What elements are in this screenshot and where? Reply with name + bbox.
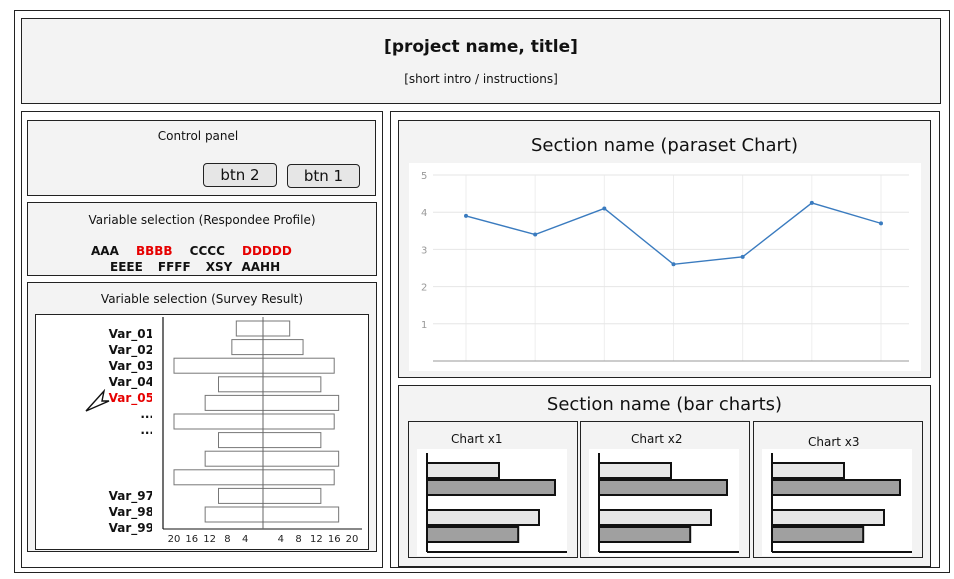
profile-options-row-2: EEEE FFFF XSY AAHH	[110, 256, 292, 275]
variable-label[interactable]: Var_02	[109, 343, 154, 357]
diverging-bar	[173, 413, 335, 430]
variable-label[interactable]: Var_99	[109, 521, 154, 535]
diverging-bar	[173, 357, 335, 374]
variable-label[interactable]: Var_97	[109, 489, 154, 503]
chart-card-x2: Chart x2	[580, 421, 750, 558]
bar-chart	[762, 449, 912, 556]
bar	[426, 526, 520, 543]
plot-background	[409, 163, 921, 371]
bar	[771, 526, 865, 543]
diverging-bar	[218, 432, 322, 449]
diverging-bar-chart: 20 16 12 8 4 4 8 12 16 20	[152, 317, 368, 547]
btn-1-button[interactable]: btn 1	[287, 164, 360, 188]
x-tick-label: 20	[346, 534, 359, 545]
variable-label-list: Var_01 Var_02 Var_03 Var_04 Var_05 ... .…	[88, 327, 154, 537]
diverging-bar	[204, 394, 340, 411]
bar	[771, 509, 885, 526]
y-tick-label: 2	[421, 283, 427, 294]
profile-option[interactable]: XSY	[206, 260, 233, 274]
variable-label[interactable]: Var_01	[109, 327, 154, 341]
x-tick-label: 8	[224, 534, 230, 545]
y-tick-label: 3	[421, 245, 427, 256]
bar	[598, 479, 728, 496]
diverging-bar	[204, 450, 340, 467]
diverging-bar	[231, 339, 304, 356]
variable-selection-profile: Variable selection (Respondee Profile) A…	[27, 202, 377, 276]
variable-label[interactable]: Var_03	[109, 359, 154, 373]
variable-label[interactable]: Var_04	[109, 375, 154, 389]
profile-section-title: Variable selection (Respondee Profile)	[88, 213, 316, 227]
data-point	[602, 206, 607, 211]
variable-selection-survey: Variable selection (Survey Result) Var_0…	[27, 282, 377, 552]
chart-card-x3: Chart x3	[753, 421, 923, 558]
bar	[426, 479, 556, 496]
bar	[598, 462, 672, 479]
section-parallel: Section name (paraset Chart) 1 2 3 4 5	[398, 120, 931, 378]
profile-option[interactable]: AAHH	[241, 260, 280, 274]
diverging-bar	[173, 469, 335, 486]
control-panel: Control panel btn 2 btn 1	[27, 120, 376, 196]
bar	[771, 479, 901, 496]
variable-label-selected[interactable]: Var_05	[109, 391, 154, 405]
data-point	[533, 232, 538, 237]
x-tick-label: 16	[328, 534, 341, 545]
bar-chart	[417, 449, 567, 556]
page-subtitle: [short intro / instructions]	[404, 72, 558, 86]
survey-section-title: Variable selection (Survey Result)	[100, 292, 304, 306]
x-tick-label: 16	[185, 534, 198, 545]
variable-label[interactable]: Var_98	[109, 505, 154, 519]
x-tick-label: 8	[295, 534, 301, 545]
btn-2-button[interactable]: btn 2	[203, 163, 277, 187]
x-tick-label: 4	[278, 534, 284, 545]
section-parallel-title: Section name (paraset Chart)	[531, 135, 798, 156]
diverging-bar	[204, 506, 340, 523]
x-tick-label: 12	[203, 534, 216, 545]
bar	[426, 509, 540, 526]
bar	[598, 526, 692, 543]
section-bar-charts-title: Section name (bar charts)	[546, 394, 783, 415]
data-point	[879, 221, 883, 226]
line-chart: 1 2 3 4 5	[409, 163, 921, 371]
bar	[598, 509, 712, 526]
data-point	[671, 262, 676, 267]
bar	[771, 462, 845, 479]
control-panel-title: Control panel	[157, 129, 239, 143]
chart-card-title: Chart x2	[631, 432, 683, 446]
y-tick-label: 5	[421, 171, 427, 182]
diverging-bar	[218, 376, 322, 393]
diverging-bar	[218, 487, 322, 504]
profile-option[interactable]: EEEE	[110, 260, 143, 274]
x-tick-label: 4	[242, 534, 248, 545]
chart-card-title: Chart x1	[451, 432, 503, 446]
chart-card-title: Chart x3	[808, 435, 860, 449]
y-tick-label: 1	[421, 320, 427, 331]
bar	[426, 462, 500, 479]
y-tick-label: 4	[421, 208, 427, 219]
data-point	[464, 213, 468, 218]
data-point	[809, 200, 814, 205]
bar-chart	[589, 449, 739, 556]
chart-card-x1: Chart x1	[408, 421, 578, 558]
mouse-pointer-icon	[85, 389, 110, 412]
page-title: [project name, title]	[384, 37, 578, 57]
profile-option[interactable]: FFFF	[158, 260, 191, 274]
x-tick-label: 20	[168, 534, 181, 545]
data-point	[740, 254, 745, 259]
header: [project name, title] [short intro / ins…	[21, 18, 941, 104]
x-tick-label: 12	[310, 534, 323, 545]
